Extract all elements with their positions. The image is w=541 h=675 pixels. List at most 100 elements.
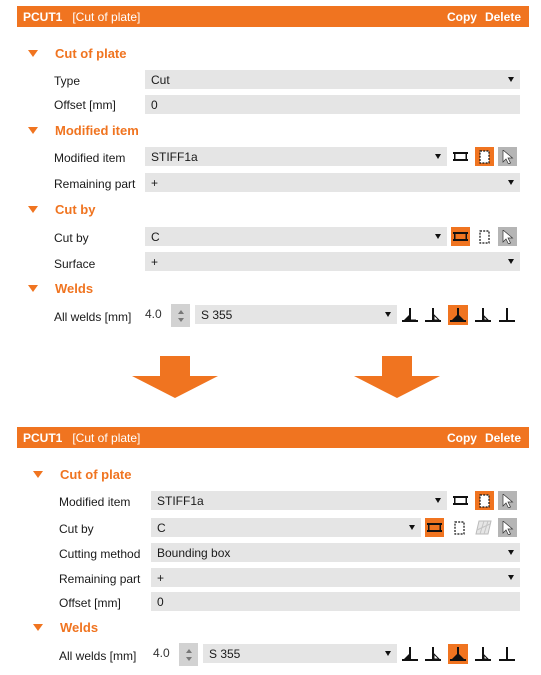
pick-button[interactable] [498,491,517,510]
weld-type-button-1[interactable] [400,644,420,664]
dropdown-arrow-icon [435,154,441,159]
collapse-icon [28,206,38,213]
copy-button[interactable]: Copy [447,10,477,24]
all-welds-label: All welds [mm] [54,310,132,324]
weld-type-button-4[interactable] [473,644,493,664]
pointer-icon [502,493,513,508]
section-title: Welds [60,620,99,635]
weld-type-button-5[interactable] [497,644,517,664]
weld-type-button-3[interactable] [448,644,468,664]
cut-by-value: C [157,520,166,535]
weld-type-button-2[interactable] [423,305,443,325]
dropdown-arrow-icon [385,312,391,317]
offset-label: Offset [mm] [59,596,121,610]
weld-type-icon [402,647,418,661]
type-label: Type [54,74,81,88]
weld-size-value[interactable]: 4.0 [145,307,162,321]
weld-type-button-3[interactable] [448,305,468,325]
weld-size-stepper[interactable] [179,643,198,666]
collapse-icon [28,127,38,134]
plate-outline-button[interactable] [475,227,494,246]
remaining-part-select[interactable]: + [145,173,520,192]
cut-by-select[interactable]: C [151,518,421,537]
copy-button[interactable]: Copy [447,431,477,445]
section-cut-of-plate[interactable]: Cut of plate [33,467,132,482]
section-title: Welds [55,281,94,296]
edge-mode-icon [453,232,468,241]
weld-type-icon [402,308,418,322]
cutting-method-label: Cutting method [59,547,141,561]
surface-label: Surface [54,257,96,271]
edge-mode-button[interactable] [451,491,470,510]
pick-button[interactable] [498,147,517,166]
panel-header: PCUT1 [Cut of plate] Copy Delete [17,6,529,27]
weld-material-select[interactable]: S 355 [195,305,397,324]
plate-outline-icon [479,493,490,508]
stepper-down-icon [177,317,184,322]
stepper-up-icon [177,309,184,314]
weld-size-stepper[interactable] [171,304,190,327]
modified-item-value: STIFF1a [157,493,204,508]
section-cut-of-plate[interactable]: Cut of plate [28,46,127,61]
pointer-icon [502,520,513,535]
down-arrow-icon [132,356,218,398]
pick-button[interactable] [498,227,517,246]
cut-by-select[interactable]: C [145,227,447,246]
section-welds[interactable]: Welds [33,620,98,635]
delete-button[interactable]: Delete [485,10,521,24]
dropdown-arrow-icon [409,525,415,530]
remaining-part-label: Remaining part [54,177,136,191]
edge-mode-button[interactable] [425,518,444,537]
dropdown-arrow-icon [385,651,391,656]
stepper-down-icon [185,656,192,661]
offset-input[interactable]: 0 [145,95,520,114]
edge-mode-button[interactable] [451,147,470,166]
plate-outline-button[interactable] [475,147,494,166]
weld-type-button-1[interactable] [400,305,420,325]
offset-input[interactable]: 0 [151,592,520,611]
modified-item-select[interactable]: STIFF1a [145,147,447,166]
plate-outline-icon [479,229,490,244]
plate-outline-icon [454,520,465,535]
weld-type-icon [499,308,515,322]
surface-select[interactable]: + [145,252,520,271]
dropdown-arrow-icon [508,180,514,185]
edge-mode-button[interactable] [451,227,470,246]
section-cut-by[interactable]: Cut by [28,202,95,217]
plate-outline-button[interactable] [450,518,469,537]
dropdown-arrow-icon [508,259,514,264]
delete-button[interactable]: Delete [485,431,521,445]
collapse-icon [33,471,43,478]
down-arrow-icon [354,356,440,398]
modified-item-select[interactable]: STIFF1a [151,491,447,510]
weld-material-value: S 355 [209,646,241,661]
weld-size-value[interactable]: 4.0 [153,646,170,660]
cutting-method-select[interactable]: Bounding box [151,543,520,562]
plate-outline-button[interactable] [475,491,494,510]
section-welds[interactable]: Welds [28,281,93,296]
cut-by-value: C [151,229,160,244]
weld-material-select[interactable]: S 355 [203,644,397,663]
remaining-part-label: Remaining part [59,572,141,586]
weld-type-button-5[interactable] [497,305,517,325]
offset-value: 0 [157,594,164,609]
edge-mode-icon [453,496,468,505]
type-select[interactable]: Cut [145,70,520,89]
modified-item-value: STIFF1a [151,149,198,164]
weld-type-icon [450,308,466,322]
weld-type-icon [475,647,491,661]
hatched-plate-button[interactable] [474,518,493,537]
panel-name: [Cut of plate] [72,430,141,445]
weld-type-button-2[interactable] [423,644,443,664]
plate-outline-icon [479,149,490,164]
offset-label: Offset [mm] [54,98,116,112]
pointer-icon [502,229,513,244]
surface-value: + [151,254,159,269]
weld-type-icon [450,647,466,661]
section-modified-item[interactable]: Modified item [28,123,139,138]
weld-type-button-4[interactable] [473,305,493,325]
pick-button[interactable] [498,518,517,537]
all-welds-label: All welds [mm] [59,649,137,663]
remaining-part-select[interactable]: + [151,568,520,587]
collapse-icon [33,624,43,631]
